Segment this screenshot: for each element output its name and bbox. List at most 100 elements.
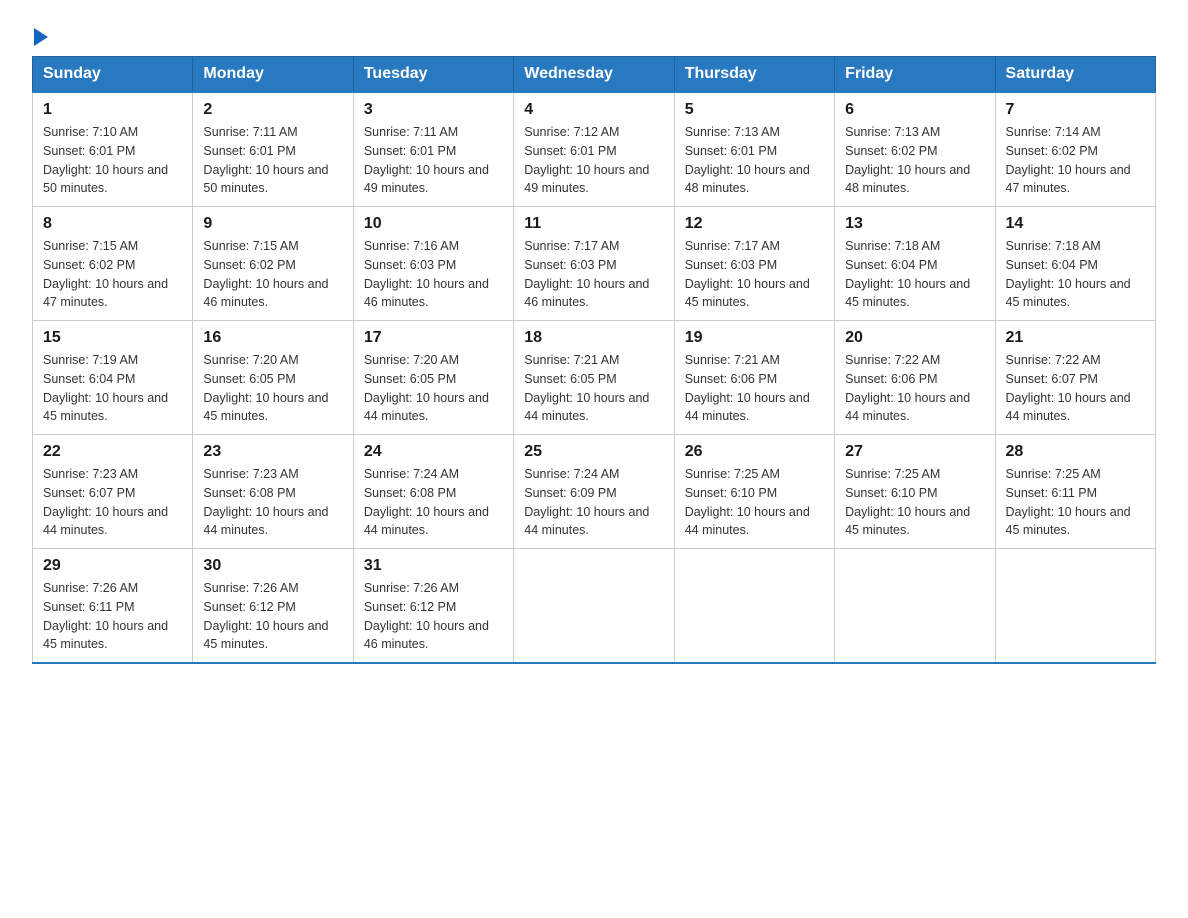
day-number: 13 [845, 215, 984, 233]
day-info: Sunrise: 7:20 AM Sunset: 6:05 PM Dayligh… [364, 351, 503, 426]
day-number: 12 [685, 215, 824, 233]
day-number: 3 [364, 101, 503, 119]
day-info: Sunrise: 7:14 AM Sunset: 6:02 PM Dayligh… [1006, 123, 1145, 198]
day-info: Sunrise: 7:16 AM Sunset: 6:03 PM Dayligh… [364, 237, 503, 312]
calendar-week-row: 1 Sunrise: 7:10 AM Sunset: 6:01 PM Dayli… [33, 92, 1156, 207]
day-info: Sunrise: 7:21 AM Sunset: 6:06 PM Dayligh… [685, 351, 824, 426]
calendar-week-row: 8 Sunrise: 7:15 AM Sunset: 6:02 PM Dayli… [33, 207, 1156, 321]
calendar-cell: 23 Sunrise: 7:23 AM Sunset: 6:08 PM Dayl… [193, 435, 353, 549]
calendar-cell [514, 549, 674, 664]
calendar-week-row: 15 Sunrise: 7:19 AM Sunset: 6:04 PM Dayl… [33, 321, 1156, 435]
day-info: Sunrise: 7:20 AM Sunset: 6:05 PM Dayligh… [203, 351, 342, 426]
day-number: 9 [203, 215, 342, 233]
day-info: Sunrise: 7:26 AM Sunset: 6:12 PM Dayligh… [364, 579, 503, 654]
day-number: 1 [43, 101, 182, 119]
day-info: Sunrise: 7:13 AM Sunset: 6:02 PM Dayligh… [845, 123, 984, 198]
calendar-cell: 26 Sunrise: 7:25 AM Sunset: 6:10 PM Dayl… [674, 435, 834, 549]
day-info: Sunrise: 7:18 AM Sunset: 6:04 PM Dayligh… [845, 237, 984, 312]
logo [32, 24, 48, 40]
day-info: Sunrise: 7:11 AM Sunset: 6:01 PM Dayligh… [203, 123, 342, 198]
day-number: 28 [1006, 443, 1145, 461]
day-info: Sunrise: 7:25 AM Sunset: 6:10 PM Dayligh… [685, 465, 824, 540]
day-number: 27 [845, 443, 984, 461]
calendar-cell: 25 Sunrise: 7:24 AM Sunset: 6:09 PM Dayl… [514, 435, 674, 549]
day-number: 17 [364, 329, 503, 347]
header-saturday: Saturday [995, 57, 1155, 93]
day-number: 15 [43, 329, 182, 347]
day-info: Sunrise: 7:26 AM Sunset: 6:12 PM Dayligh… [203, 579, 342, 654]
calendar-cell: 27 Sunrise: 7:25 AM Sunset: 6:10 PM Dayl… [835, 435, 995, 549]
day-info: Sunrise: 7:24 AM Sunset: 6:09 PM Dayligh… [524, 465, 663, 540]
calendar-cell: 17 Sunrise: 7:20 AM Sunset: 6:05 PM Dayl… [353, 321, 513, 435]
calendar-cell: 3 Sunrise: 7:11 AM Sunset: 6:01 PM Dayli… [353, 92, 513, 207]
header-monday: Monday [193, 57, 353, 93]
calendar-cell [674, 549, 834, 664]
day-number: 16 [203, 329, 342, 347]
calendar-cell: 12 Sunrise: 7:17 AM Sunset: 6:03 PM Dayl… [674, 207, 834, 321]
day-info: Sunrise: 7:24 AM Sunset: 6:08 PM Dayligh… [364, 465, 503, 540]
calendar-cell: 29 Sunrise: 7:26 AM Sunset: 6:11 PM Dayl… [33, 549, 193, 664]
calendar-week-row: 22 Sunrise: 7:23 AM Sunset: 6:07 PM Dayl… [33, 435, 1156, 549]
header-sunday: Sunday [33, 57, 193, 93]
day-number: 18 [524, 329, 663, 347]
day-number: 10 [364, 215, 503, 233]
day-info: Sunrise: 7:23 AM Sunset: 6:07 PM Dayligh… [43, 465, 182, 540]
logo-arrow-icon [34, 28, 48, 46]
calendar-cell: 4 Sunrise: 7:12 AM Sunset: 6:01 PM Dayli… [514, 92, 674, 207]
calendar-cell: 2 Sunrise: 7:11 AM Sunset: 6:01 PM Dayli… [193, 92, 353, 207]
header-friday: Friday [835, 57, 995, 93]
day-number: 7 [1006, 101, 1145, 119]
calendar-cell: 20 Sunrise: 7:22 AM Sunset: 6:06 PM Dayl… [835, 321, 995, 435]
day-info: Sunrise: 7:26 AM Sunset: 6:11 PM Dayligh… [43, 579, 182, 654]
day-info: Sunrise: 7:18 AM Sunset: 6:04 PM Dayligh… [1006, 237, 1145, 312]
calendar-cell: 14 Sunrise: 7:18 AM Sunset: 6:04 PM Dayl… [995, 207, 1155, 321]
day-info: Sunrise: 7:19 AM Sunset: 6:04 PM Dayligh… [43, 351, 182, 426]
calendar-cell [835, 549, 995, 664]
calendar-cell: 24 Sunrise: 7:24 AM Sunset: 6:08 PM Dayl… [353, 435, 513, 549]
day-number: 8 [43, 215, 182, 233]
day-info: Sunrise: 7:22 AM Sunset: 6:07 PM Dayligh… [1006, 351, 1145, 426]
calendar-cell: 8 Sunrise: 7:15 AM Sunset: 6:02 PM Dayli… [33, 207, 193, 321]
calendar-cell: 1 Sunrise: 7:10 AM Sunset: 6:01 PM Dayli… [33, 92, 193, 207]
day-info: Sunrise: 7:17 AM Sunset: 6:03 PM Dayligh… [524, 237, 663, 312]
day-number: 2 [203, 101, 342, 119]
calendar-cell: 19 Sunrise: 7:21 AM Sunset: 6:06 PM Dayl… [674, 321, 834, 435]
header-wednesday: Wednesday [514, 57, 674, 93]
calendar-cell: 31 Sunrise: 7:26 AM Sunset: 6:12 PM Dayl… [353, 549, 513, 664]
day-info: Sunrise: 7:25 AM Sunset: 6:11 PM Dayligh… [1006, 465, 1145, 540]
calendar-cell: 15 Sunrise: 7:19 AM Sunset: 6:04 PM Dayl… [33, 321, 193, 435]
day-number: 20 [845, 329, 984, 347]
calendar-cell: 28 Sunrise: 7:25 AM Sunset: 6:11 PM Dayl… [995, 435, 1155, 549]
calendar-week-row: 29 Sunrise: 7:26 AM Sunset: 6:11 PM Dayl… [33, 549, 1156, 664]
day-number: 30 [203, 557, 342, 575]
day-number: 24 [364, 443, 503, 461]
page-header [32, 24, 1156, 40]
calendar-cell: 5 Sunrise: 7:13 AM Sunset: 6:01 PM Dayli… [674, 92, 834, 207]
day-info: Sunrise: 7:13 AM Sunset: 6:01 PM Dayligh… [685, 123, 824, 198]
day-info: Sunrise: 7:12 AM Sunset: 6:01 PM Dayligh… [524, 123, 663, 198]
day-number: 22 [43, 443, 182, 461]
calendar-cell: 16 Sunrise: 7:20 AM Sunset: 6:05 PM Dayl… [193, 321, 353, 435]
day-info: Sunrise: 7:21 AM Sunset: 6:05 PM Dayligh… [524, 351, 663, 426]
day-number: 29 [43, 557, 182, 575]
calendar-cell [995, 549, 1155, 664]
day-info: Sunrise: 7:17 AM Sunset: 6:03 PM Dayligh… [685, 237, 824, 312]
day-number: 26 [685, 443, 824, 461]
day-info: Sunrise: 7:25 AM Sunset: 6:10 PM Dayligh… [845, 465, 984, 540]
day-number: 5 [685, 101, 824, 119]
calendar-cell: 21 Sunrise: 7:22 AM Sunset: 6:07 PM Dayl… [995, 321, 1155, 435]
calendar-cell: 30 Sunrise: 7:26 AM Sunset: 6:12 PM Dayl… [193, 549, 353, 664]
day-number: 6 [845, 101, 984, 119]
calendar-header-row: SundayMondayTuesdayWednesdayThursdayFrid… [33, 57, 1156, 93]
day-number: 19 [685, 329, 824, 347]
day-info: Sunrise: 7:23 AM Sunset: 6:08 PM Dayligh… [203, 465, 342, 540]
day-info: Sunrise: 7:22 AM Sunset: 6:06 PM Dayligh… [845, 351, 984, 426]
day-number: 31 [364, 557, 503, 575]
calendar-cell: 10 Sunrise: 7:16 AM Sunset: 6:03 PM Dayl… [353, 207, 513, 321]
calendar-cell: 18 Sunrise: 7:21 AM Sunset: 6:05 PM Dayl… [514, 321, 674, 435]
day-number: 11 [524, 215, 663, 233]
day-info: Sunrise: 7:15 AM Sunset: 6:02 PM Dayligh… [43, 237, 182, 312]
day-number: 14 [1006, 215, 1145, 233]
calendar-cell: 7 Sunrise: 7:14 AM Sunset: 6:02 PM Dayli… [995, 92, 1155, 207]
calendar-cell: 22 Sunrise: 7:23 AM Sunset: 6:07 PM Dayl… [33, 435, 193, 549]
